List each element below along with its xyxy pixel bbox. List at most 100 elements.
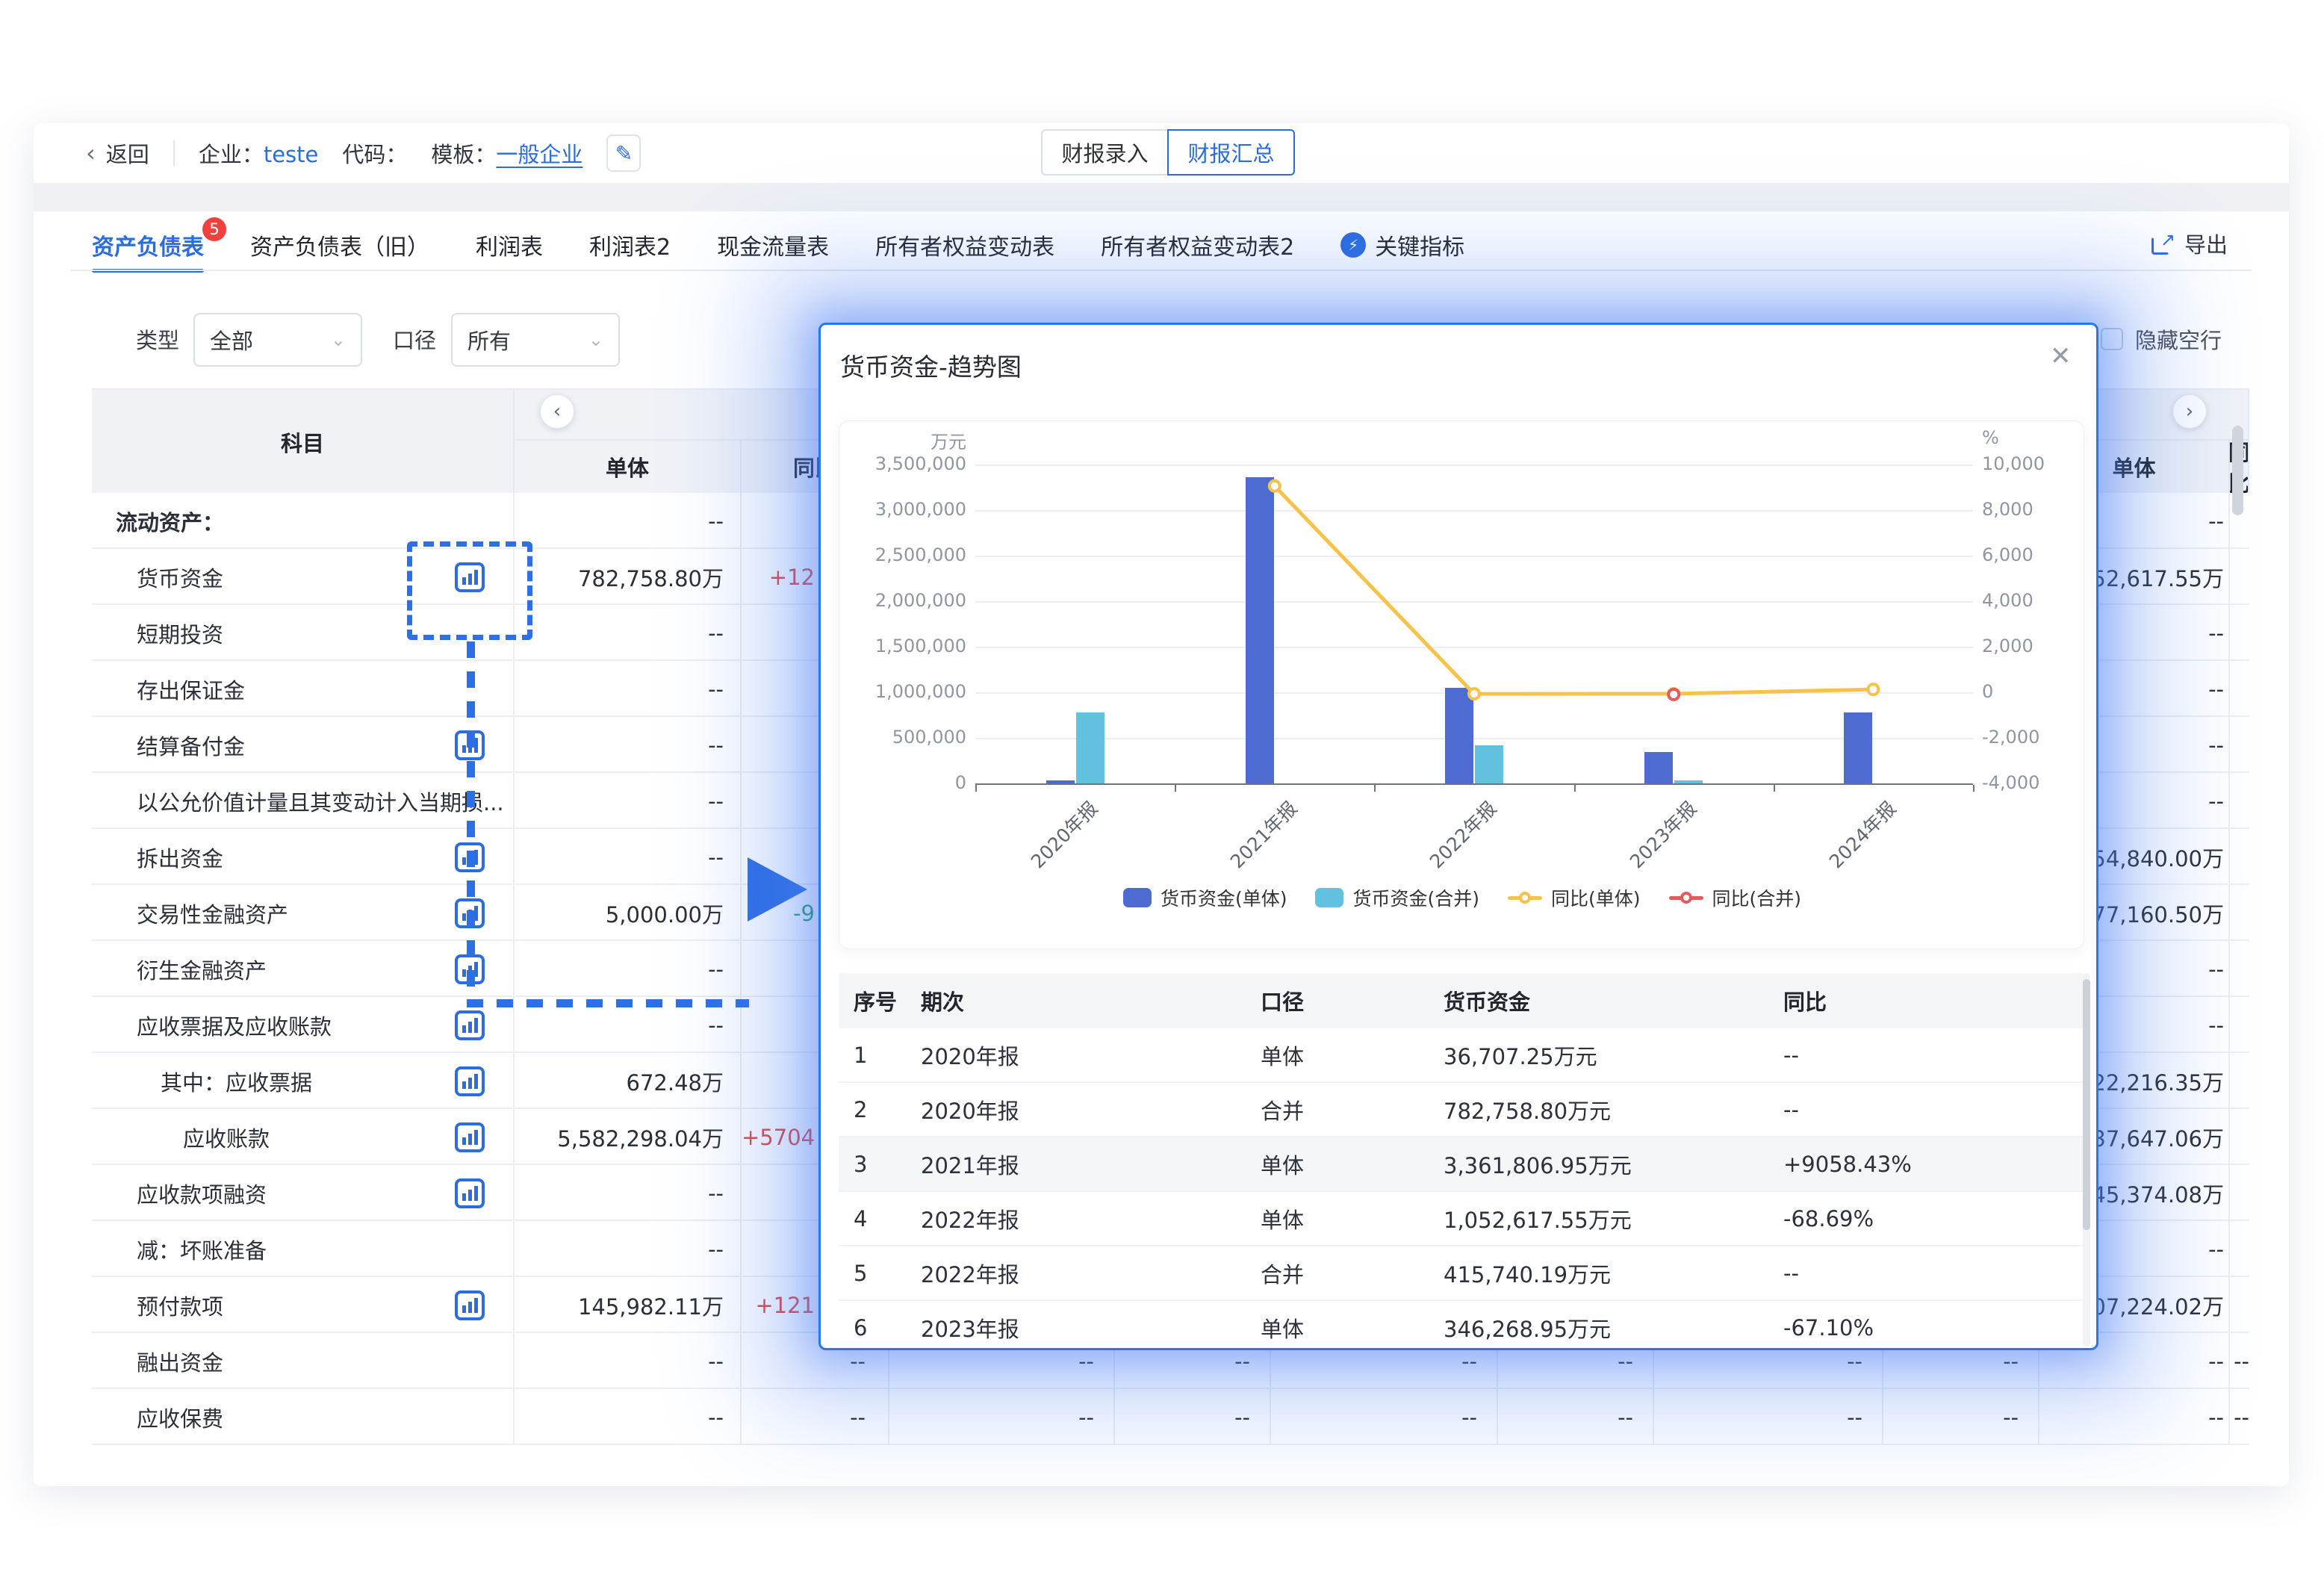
unit-value-cell: -- xyxy=(515,1389,742,1445)
trend-table-row: 62023年报单体346,268.95万元-67.10% xyxy=(839,1301,2084,1350)
x-axis-tick xyxy=(1973,785,1975,792)
subject-label: 存出保证金 xyxy=(137,674,245,705)
subject-label: 交易性金融资产 xyxy=(137,898,288,929)
tab-balance-sheet[interactable]: 资产负债表5 xyxy=(92,219,204,271)
tab-equity-change[interactable]: 所有者权益变动表 xyxy=(875,219,1054,271)
tab-balance-sheet-old[interactable]: 资产负债表（旧） xyxy=(250,219,429,271)
scroll-left-button[interactable]: ‹ xyxy=(540,394,574,429)
subject-cell: 应收保费 xyxy=(92,1389,515,1445)
trend-table-row: 22020年报合并782,758.80万元-- xyxy=(839,1083,2084,1137)
subject-label: 拆出资金 xyxy=(137,842,223,873)
gridline xyxy=(975,738,1973,739)
type-select[interactable]: 全部⌄ xyxy=(193,313,362,367)
export-icon: ↗ xyxy=(2151,232,2174,255)
trend-cell: -67.10% xyxy=(1783,1301,2067,1350)
back-button[interactable]: 返回 xyxy=(106,137,149,169)
column-header-subject: 科目 xyxy=(92,390,515,494)
trend-cell: 2020年报 xyxy=(921,1083,1261,1136)
yoy-value-cell xyxy=(2230,997,2249,1053)
subject-cell: 应收账款 xyxy=(92,1109,515,1165)
trend-col-header: 期次 xyxy=(921,973,1261,1028)
caliber-select[interactable]: 所有⌄ xyxy=(451,313,620,367)
right-axis-unit: % xyxy=(1982,427,2087,448)
legend-line-marker xyxy=(1669,888,1703,907)
hide-empty-rows-toggle[interactable]: 隐藏空行 xyxy=(2101,323,2222,355)
gridline xyxy=(975,510,1973,512)
unit-value-cell: -- xyxy=(515,493,742,549)
yoy-value: -- xyxy=(850,1405,866,1430)
open-trend-chart-icon[interactable] xyxy=(455,1122,485,1152)
scroll-right-button[interactable]: › xyxy=(2172,394,2207,429)
unit-value-cell: 5,582,298.04万 xyxy=(515,1109,742,1165)
open-trend-chart-icon[interactable] xyxy=(455,1178,485,1208)
tab-key-indicators[interactable]: ⚡关键指标 xyxy=(1340,219,1464,271)
bar-unit xyxy=(1046,780,1075,783)
legend-label: 货币资金(单体) xyxy=(1161,884,1287,911)
subject-label: 融出资金 xyxy=(137,1346,223,1377)
trend-cell: 合并 xyxy=(1261,1083,1444,1136)
yoy-value-cell xyxy=(2230,661,2249,717)
edit-template-button[interactable]: ✎ xyxy=(606,134,641,172)
legend-item[interactable]: 同比(单体) xyxy=(1508,884,1641,911)
right-axis-tick: 4,000 xyxy=(1982,590,2087,611)
tab-label: 资产负债表 xyxy=(92,229,204,261)
trend-cell: 782,758.80万元 xyxy=(1444,1083,1783,1136)
open-trend-chart-icon[interactable] xyxy=(455,1290,485,1320)
trend-cell: 6 xyxy=(854,1301,921,1350)
table-scrollbar[interactable] xyxy=(2232,426,2243,515)
trend-cell: 合并 xyxy=(1261,1246,1444,1299)
yoy-value-cell xyxy=(2230,941,2249,997)
subject-label: 流动资产： xyxy=(116,506,224,537)
divider xyxy=(173,140,175,166)
trend-cell: 单体 xyxy=(1261,1028,1444,1081)
bar-unit xyxy=(1246,477,1274,783)
legend-bar-swatch xyxy=(1123,888,1152,907)
open-trend-chart-icon[interactable] xyxy=(455,1066,485,1096)
close-icon[interactable]: ✕ xyxy=(2050,341,2072,371)
gridline xyxy=(975,647,1973,648)
legend-item[interactable]: 货币资金(单体) xyxy=(1123,884,1287,911)
unit-value-cell: -- xyxy=(2039,1389,2230,1445)
x-axis-tick xyxy=(1374,785,1376,792)
yoy-value-cell xyxy=(2230,1277,2249,1333)
yoy-value-cell: -- xyxy=(742,1389,889,1445)
subject-cell: 存出保证金 xyxy=(92,661,515,717)
template-link[interactable]: 一般企业 xyxy=(496,142,582,167)
left-axis-tick: 1,500,000 xyxy=(839,636,966,656)
yoy-value-cell xyxy=(2230,1053,2249,1109)
trend-cell: 5 xyxy=(854,1246,921,1299)
trend-cell: +9058.43% xyxy=(1783,1137,2067,1190)
report-summary-button[interactable]: 财报汇总 xyxy=(1167,129,1295,176)
trend-col-header: 同比 xyxy=(1783,973,2067,1028)
tab-cash-flow[interactable]: 现金流量表 xyxy=(717,219,829,271)
bar-merged xyxy=(1076,712,1104,783)
legend-item[interactable]: 货币资金(合并) xyxy=(1315,884,1479,911)
tab-income[interactable]: 利润表 xyxy=(476,219,543,271)
subject-label: 以公允价值计量且其变动计入当期损... xyxy=(137,786,504,817)
unit-value-cell: 5,000.00万 xyxy=(515,885,742,941)
yoy-value-cell xyxy=(2230,549,2249,605)
x-axis-tick xyxy=(1175,785,1176,792)
open-trend-chart-icon[interactable] xyxy=(455,1010,485,1040)
subject-cell: 其中：应收票据 xyxy=(92,1053,515,1109)
export-button[interactable]: ↗ 导出 xyxy=(2151,228,2228,259)
checkbox-icon[interactable] xyxy=(2101,328,2123,350)
yoy-value-cell xyxy=(2230,1221,2249,1277)
legend-item[interactable]: 同比(合并) xyxy=(1669,884,1802,911)
yoy-value-cell: -- xyxy=(1115,1389,1271,1445)
right-axis-tick: 2,000 xyxy=(1982,636,2087,656)
unit-value-cell: -- xyxy=(515,1221,742,1277)
trend-cell: 单体 xyxy=(1261,1301,1444,1350)
tab-income2[interactable]: 利润表2 xyxy=(589,219,671,271)
modal-scrollbar[interactable] xyxy=(2083,979,2090,1230)
trend-table-row: 12020年报单体36,707.25万元-- xyxy=(839,1028,2084,1083)
report-entry-button[interactable]: 财报录入 xyxy=(1041,129,1169,176)
tab-equity-change2[interactable]: 所有者权益变动表2 xyxy=(1101,219,1294,271)
right-axis-tick: 6,000 xyxy=(1982,544,2087,565)
subject-label: 短期投资 xyxy=(137,618,223,649)
subject-label: 减：坏账准备 xyxy=(137,1234,267,1265)
bar-unit xyxy=(1445,688,1473,783)
x-axis-tick xyxy=(1774,785,1775,792)
trend-cell: 单体 xyxy=(1261,1137,1444,1190)
trend-cell: 36,707.25万元 xyxy=(1444,1028,1783,1081)
